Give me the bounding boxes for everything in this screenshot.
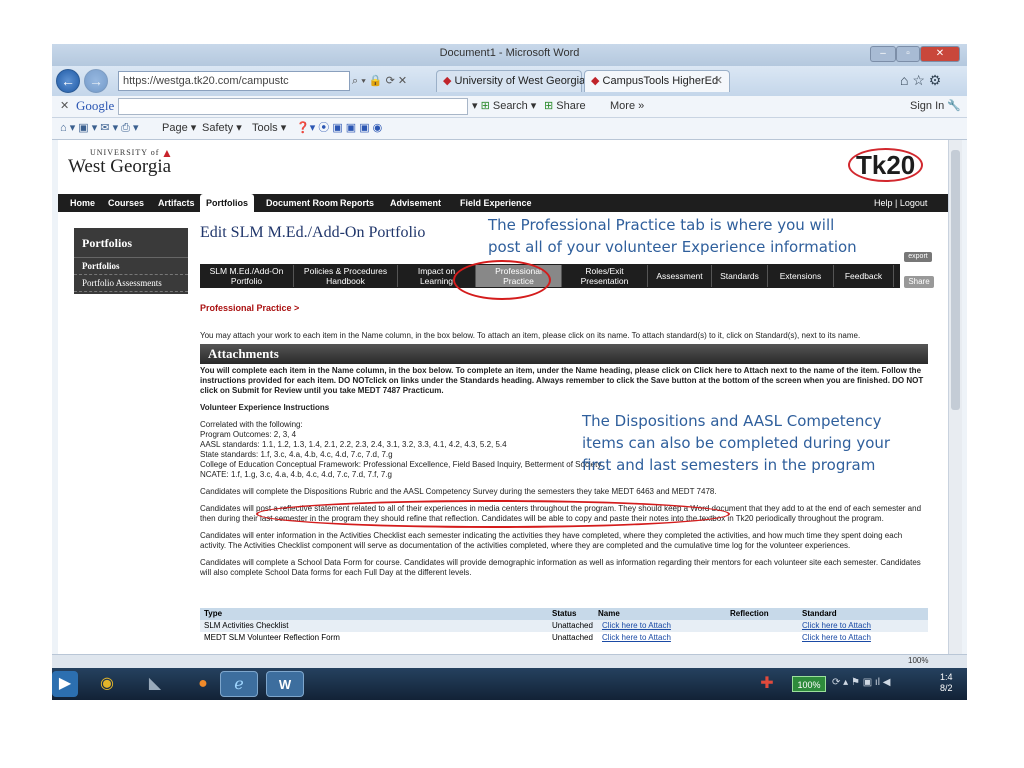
- tools-menu[interactable]: Tools ▾: [252, 118, 286, 138]
- google-search-button[interactable]: ▾ ⊞ Search ▾: [472, 96, 536, 116]
- back-icon[interactable]: ←: [56, 69, 80, 93]
- highlight-oval-tab: [453, 260, 551, 300]
- dispositions-paragraph: Candidates will complete the Disposition…: [200, 487, 717, 496]
- tab-favicon-icon: ◆: [591, 75, 600, 87]
- ie-icon[interactable]: ℯ: [220, 671, 258, 697]
- standard-link[interactable]: Click here to Attach: [802, 620, 871, 632]
- tray-app-icon[interactable]: ✚: [752, 671, 782, 697]
- tab-portfolio[interactable]: SLM M.Ed./Add-On Portfolio: [200, 265, 294, 287]
- web-page: UNIVERSITY of West Georgia ▲ Tk20 Home C…: [58, 140, 948, 654]
- sidebar-title: Portfolios: [74, 228, 188, 258]
- attachments-header: Attachments: [200, 344, 928, 364]
- minimize-button[interactable]: –: [870, 46, 896, 62]
- annotation-dispositions: The Dispositions and AASL Competency item…: [582, 412, 891, 474]
- taskbar: ▶ ◉ ◣ ● ℯ W ✚ 100% ⟳ ▴ ⚑ ▣ ıl ◀ 1:4 8/2: [52, 668, 967, 700]
- firefox-icon[interactable]: ●: [184, 671, 222, 697]
- sidebar-item-portfolio-assessments[interactable]: Portfolio Assessments: [74, 275, 188, 292]
- tk20-logo: Tk20: [848, 148, 924, 182]
- tab-extensions[interactable]: Extensions: [768, 265, 834, 287]
- tab-university[interactable]: ◆ University of West Georgia: [436, 70, 585, 92]
- breadcrumb[interactable]: Professional Practice >: [200, 303, 299, 313]
- url-text: https://westga.tk20.com/campustc: [123, 75, 289, 87]
- share-icon: ⊞: [544, 100, 554, 112]
- chrome-icon[interactable]: ◉: [88, 671, 126, 697]
- tab-feedback[interactable]: Feedback: [834, 265, 894, 287]
- nav-field-experience[interactable]: Field Experience: [454, 194, 538, 212]
- annotation-professional-practice: The Professional Practice tab is where y…: [488, 216, 857, 256]
- standard-link[interactable]: Click here to Attach: [802, 632, 871, 644]
- table-header-row: Type Status Name Reflection Standard: [200, 608, 928, 620]
- status-bar: 100%: [52, 654, 967, 668]
- table-row: MEDT SLM Volunteer Reflection Form Unatt…: [204, 632, 871, 644]
- battery-indicator[interactable]: 100%: [792, 676, 826, 692]
- nav-portfolios[interactable]: Portfolios: [200, 194, 254, 212]
- nav-home[interactable]: Home: [64, 194, 101, 212]
- tab-assessment[interactable]: Assessment: [648, 265, 712, 287]
- nav-reports[interactable]: Reports: [334, 194, 380, 212]
- command-bar: ⌂ ▾ ▣ ▾ ✉ ▾ ⎙ ▾ Page ▾ Safety ▾ Tools ▾ …: [52, 118, 967, 140]
- tab-favicon-icon: ◆: [443, 75, 452, 87]
- forward-icon[interactable]: →: [84, 69, 108, 93]
- main-nav: Home Courses Artifacts Portfolios Docume…: [58, 194, 948, 212]
- google-more-button[interactable]: More »: [610, 96, 644, 116]
- screenshot-frame: Document1 - Microsoft Word – ▫ ✕ ← → htt…: [52, 44, 967, 700]
- address-controls-icons[interactable]: ⌕ ▾ 🔒 ⟳ ✕: [352, 74, 407, 88]
- export-button[interactable]: export: [904, 252, 932, 262]
- tab-close-icon[interactable]: ✕: [714, 71, 723, 91]
- google-share-button[interactable]: ⊞ Share: [544, 96, 586, 116]
- instructions-intro: You will complete each item in the Name …: [200, 366, 924, 395]
- share-button[interactable]: Share: [904, 276, 934, 288]
- toolbar-extra-icons[interactable]: ❓▾ ⦿ ▣ ▣ ▣ ◉: [296, 118, 382, 138]
- scroll-thumb[interactable]: [951, 150, 960, 410]
- app-icon[interactable]: ◣: [136, 671, 174, 697]
- address-bar[interactable]: https://westga.tk20.com/campustc: [118, 71, 350, 91]
- nav-courses[interactable]: Courses: [102, 194, 150, 212]
- tray-icons[interactable]: ⟳ ▴ ⚑ ▣ ıl ◀: [832, 677, 890, 688]
- sign-in-button[interactable]: Sign In 🔧: [910, 96, 961, 116]
- help-logout-links[interactable]: Help | Logout: [868, 194, 933, 212]
- nav-document-room[interactable]: Document Room: [260, 194, 344, 212]
- nav-advisement[interactable]: Advisement: [384, 194, 447, 212]
- attach-link[interactable]: Click here to Attach: [602, 620, 671, 632]
- close-toolbar-icon[interactable]: ✕: [60, 96, 69, 116]
- table-row: SLM Activities Checklist Unattached Clic…: [200, 620, 928, 632]
- attachments-table: Type Status Name Reflection Standard SLM…: [200, 608, 928, 644]
- attach-hint: You may attach your work to each item in…: [200, 331, 861, 340]
- safety-menu[interactable]: Safety ▾: [202, 118, 242, 138]
- nav-artifacts[interactable]: Artifacts: [152, 194, 201, 212]
- search-icon: ⊞: [480, 100, 490, 112]
- wrench-icon: 🔧: [947, 100, 962, 112]
- vertical-scrollbar[interactable]: [948, 140, 962, 654]
- window-title: Document1 - Microsoft Word: [439, 47, 580, 59]
- command-icons[interactable]: ⌂ ▾ ▣ ▾ ✉ ▾ ⎙ ▾: [60, 118, 139, 138]
- uwg-logo: UNIVERSITY of West Georgia: [68, 148, 172, 177]
- attach-link[interactable]: Click here to Attach: [602, 632, 671, 644]
- tab-handbook[interactable]: Policies & Procedures Handbook: [294, 265, 398, 287]
- checklist-paragraph: Candidates will enter information in the…: [200, 531, 903, 550]
- start-icon[interactable]: ▶: [52, 671, 78, 697]
- sidebar: Portfolios Portfolios Portfolio Assessme…: [74, 228, 188, 294]
- clock[interactable]: 1:4 8/2: [940, 672, 953, 694]
- tab-standards[interactable]: Standards: [712, 265, 768, 287]
- sidebar-item-portfolios[interactable]: Portfolios: [74, 258, 188, 275]
- google-search-input[interactable]: [118, 98, 468, 115]
- page-menu[interactable]: Page ▾: [162, 118, 196, 138]
- school-data-paragraph: Candidates will complete a School Data F…: [200, 558, 921, 577]
- zoom-level[interactable]: 100%: [908, 656, 928, 665]
- tab-campustools[interactable]: ◆ CampusTools HigherEd ✕: [584, 70, 730, 92]
- tab-roles-exit-presentation[interactable]: Roles/Exit Presentation: [562, 265, 648, 287]
- word-icon[interactable]: W: [266, 671, 304, 697]
- window-titlebar: Document1 - Microsoft Word: [52, 44, 967, 66]
- browser-navbar: ← → https://westga.tk20.com/campustc ⌕ ▾…: [52, 66, 967, 96]
- google-logo: Google: [76, 98, 115, 113]
- home-star-gear-icons[interactable]: ⌂ ☆ ⚙: [900, 72, 941, 89]
- google-toolbar: ✕ Google ▾ ⊞ Search ▾ ⊞ Share More » Sig…: [52, 96, 967, 118]
- close-button[interactable]: ✕: [920, 46, 960, 62]
- wolf-logo-icon: ▲: [161, 146, 173, 160]
- maximize-button[interactable]: ▫: [896, 46, 920, 62]
- page-title: Edit SLM M.Ed./Add-On Portfolio: [200, 224, 426, 241]
- highlight-oval-dispositions: [256, 500, 730, 528]
